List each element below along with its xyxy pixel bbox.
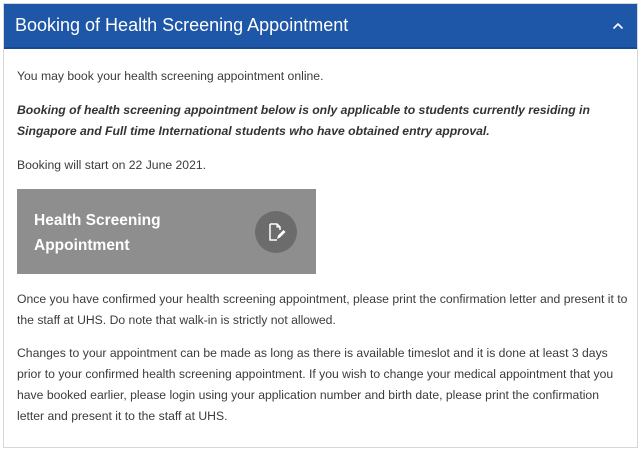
change-instructions: Changes to your appointment can be made … (17, 346, 614, 423)
booking-button-label: Health Screening Appointment (34, 212, 161, 254)
health-screening-appointment-button[interactable]: Health Screening Appointment (17, 189, 316, 274)
confirmation-instructions: Once you have confirmed your health scre… (17, 292, 628, 327)
chevron-up-icon[interactable] (611, 19, 625, 31)
panel-title: Booking of Health Screening Appointment (15, 15, 349, 35)
health-screening-panel: Booking of Health Screening Appointment … (3, 3, 638, 448)
eligibility-note: Booking of health screening appointment … (17, 103, 590, 138)
intro-text: You may book your health screening appoi… (17, 69, 324, 83)
panel-header[interactable]: Booking of Health Screening Appointment (4, 4, 637, 49)
edit-document-icon (255, 211, 297, 253)
booking-start-text: Booking will start on 22 June 2021. (17, 158, 207, 172)
